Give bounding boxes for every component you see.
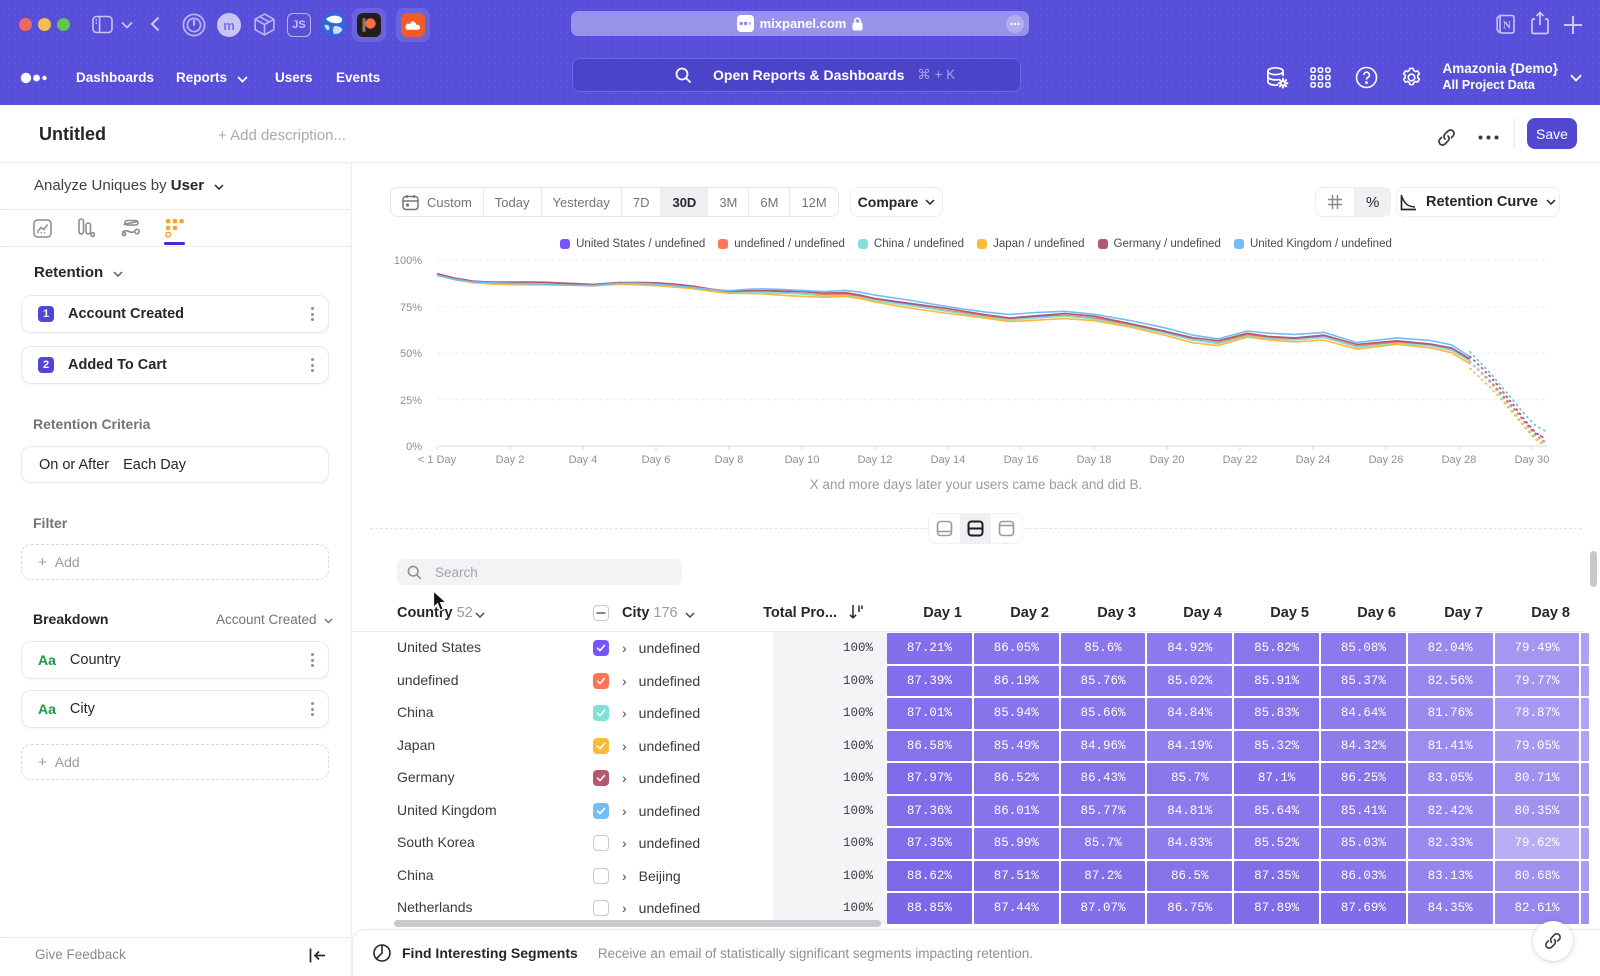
svg-text:Day 2: Day 2 [496,454,525,466]
svg-text:50%: 50% [400,348,422,360]
svg-text:Day 30: Day 30 [1515,454,1550,466]
svg-text:Day 20: Day 20 [1150,454,1185,466]
svg-text:Day 26: Day 26 [1369,454,1404,466]
svg-text:Day 16: Day 16 [1004,454,1039,466]
svg-text:Day 4: Day 4 [569,454,598,466]
svg-text:Day 12: Day 12 [858,454,893,466]
svg-text:Day 6: Day 6 [642,454,671,466]
svg-text:< 1 Day: < 1 Day [418,454,457,466]
svg-text:75%: 75% [400,302,422,314]
svg-text:Day 28: Day 28 [1442,454,1477,466]
svg-text:Day 18: Day 18 [1077,454,1112,466]
svg-text:N: N [1503,20,1511,32]
svg-text:Day 24: Day 24 [1296,454,1331,466]
svg-text:25%: 25% [400,395,422,407]
svg-text:Day 22: Day 22 [1223,454,1258,466]
svg-text:Day 8: Day 8 [715,454,744,466]
svg-text:100%: 100% [394,255,422,267]
svg-text:Day 14: Day 14 [931,454,966,466]
svg-text:Day 10: Day 10 [785,454,820,466]
svg-text:0%: 0% [406,441,422,453]
